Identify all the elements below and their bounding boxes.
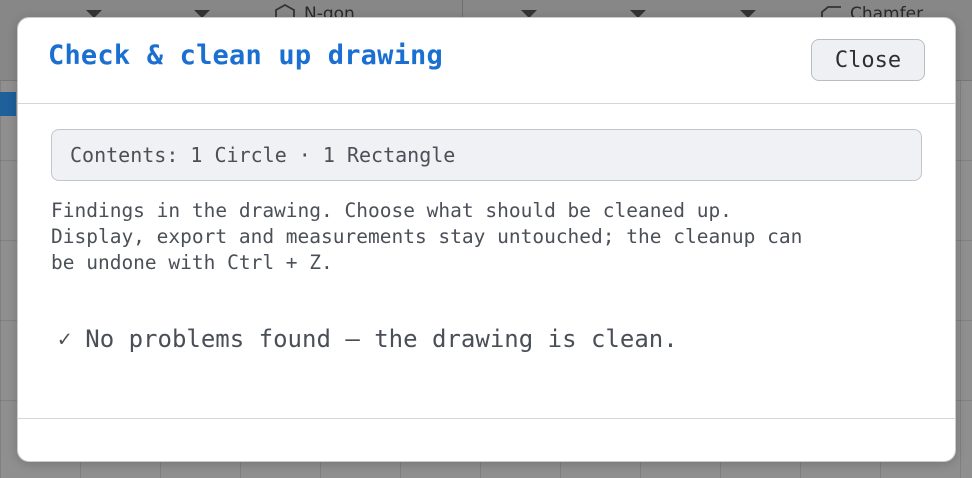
description-line: Findings in the drawing. Choose what sho…: [51, 199, 732, 222]
app-accent-strip: [0, 92, 16, 116]
cleanup-dialog: Check & clean up drawing Close Contents:…: [17, 17, 956, 462]
dialog-header: Check & clean up drawing Close: [18, 18, 955, 104]
contents-summary: Contents: 1 Circle · 1 Rectangle: [70, 143, 456, 167]
description-line: Display, export and measurements stay un…: [51, 225, 803, 248]
status-message: ✓ No problems found — the drawing is cle…: [58, 325, 678, 353]
close-button[interactable]: Close: [811, 39, 925, 81]
dialog-footer: [18, 418, 955, 461]
toolbar-separator: [462, 0, 463, 18]
contents-summary-box: Contents: 1 Circle · 1 Rectangle: [51, 129, 922, 181]
dialog-title: Check & clean up drawing: [48, 40, 443, 71]
description-text: Findings in the drawing. Choose what sho…: [51, 198, 931, 276]
status-text: No problems found — the drawing is clean…: [85, 325, 678, 353]
check-icon: ✓: [58, 326, 72, 352]
description-line: be undone with Ctrl + Z.: [51, 251, 333, 274]
